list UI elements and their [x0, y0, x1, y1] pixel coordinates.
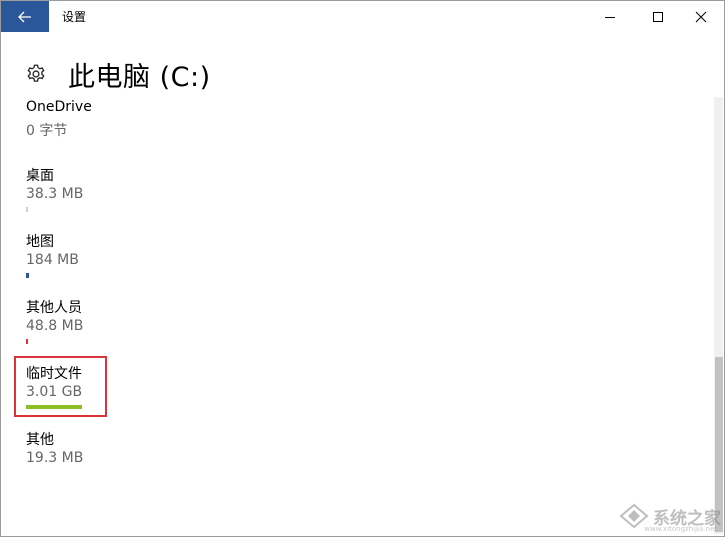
close-icon	[695, 11, 707, 22]
usage-bar-fill	[26, 339, 28, 344]
storage-item-temp-files[interactable]: 临时文件 3.01 GB	[26, 363, 326, 413]
usage-bar	[26, 273, 82, 278]
maximize-button[interactable]	[635, 1, 681, 32]
storage-item-other[interactable]: 其他 19.3 MB	[26, 429, 326, 479]
arrow-left-icon	[18, 11, 31, 22]
item-name: 其他	[26, 432, 54, 448]
back-button[interactable]	[1, 1, 49, 32]
maximize-icon	[653, 11, 663, 22]
item-size: 38.3 MB	[26, 186, 84, 202]
item-size: 48.8 MB	[26, 318, 84, 334]
usage-bar-fill	[26, 273, 29, 278]
window-title: 设置	[62, 10, 87, 24]
close-button[interactable]	[678, 1, 724, 32]
settings-window: 设置 此电脑 (C:) OneDrive 0 字节 桌面 38.3 MB 地图 …	[0, 0, 725, 537]
item-size: 0 字节	[26, 123, 68, 139]
item-name: 桌面	[26, 168, 54, 184]
watermark-url: www.xitongzhijia.net	[644, 525, 717, 533]
usage-bar-fill	[26, 405, 82, 409]
storage-item-desktop[interactable]: 桌面 38.3 MB	[26, 165, 326, 215]
title-bar: 设置	[1, 1, 724, 32]
item-name: OneDrive	[26, 99, 92, 115]
storage-item-other-people[interactable]: 其他人员 48.8 MB	[26, 297, 326, 347]
item-size: 3.01 GB	[26, 384, 83, 400]
item-name: 地图	[26, 234, 54, 250]
storage-item-onedrive[interactable]: OneDrive 0 字节	[26, 99, 326, 149]
item-name: 其他人员	[26, 300, 82, 316]
gear-icon	[27, 64, 45, 82]
minimize-icon	[605, 16, 615, 18]
usage-bar	[26, 405, 82, 410]
page-title: 此电脑 (C:)	[68, 61, 211, 93]
storage-item-maps[interactable]: 地图 184 MB	[26, 231, 326, 281]
usage-bar-fill	[26, 207, 28, 212]
scrollbar[interactable]	[714, 97, 723, 534]
watermark: 系统之家 www.xitongzhijia.net	[561, 499, 721, 533]
minimize-button[interactable]	[587, 1, 633, 32]
item-name: 临时文件	[26, 366, 82, 382]
page-header: 此电脑 (C:)	[25, 56, 211, 93]
item-size: 184 MB	[26, 252, 79, 268]
item-size: 19.3 MB	[26, 450, 84, 466]
usage-bar	[26, 339, 82, 344]
usage-bar	[26, 207, 82, 212]
